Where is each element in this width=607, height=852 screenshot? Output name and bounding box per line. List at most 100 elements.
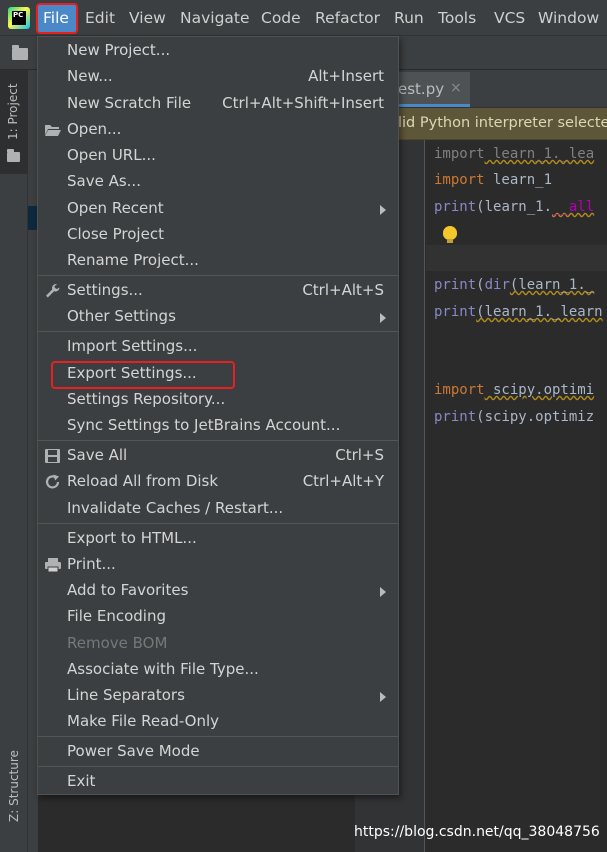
menu-item-label: Other Settings (67, 307, 176, 325)
code-line-6[interactable]: print(learn_1._learn (434, 304, 603, 320)
menu-item-reload-all[interactable]: Reload All from Disk Ctrl+Alt+Y (38, 469, 398, 495)
menu-item-new[interactable]: New... Alt+Insert (38, 64, 398, 90)
floppy-disk-icon (45, 449, 60, 463)
project-folder-icon (7, 149, 20, 162)
menu-item-open[interactable]: Open... (38, 117, 398, 143)
menu-item-power-save-mode[interactable]: Power Save Mode (38, 739, 398, 765)
menu-item-settings[interactable]: Settings... Ctrl+Alt+S (38, 278, 398, 304)
code-line-3[interactable]: print(learn_1.__all (434, 199, 594, 215)
menu-item-make-read-only[interactable]: Make File Read-Only (38, 709, 398, 735)
menu-code[interactable]: Code (261, 9, 301, 28)
menu-window[interactable]: Window (538, 9, 599, 28)
menu-item-label: Open URL... (67, 146, 156, 164)
code-token: (scipy.optimiz (476, 409, 595, 425)
menu-item-rename-project[interactable]: Rename Project... (38, 248, 398, 274)
menu-item-label: Open Recent (67, 199, 164, 217)
menu-item-line-separators[interactable]: Line Separators (38, 683, 398, 709)
menu-item-label: Line Separators (67, 686, 185, 704)
code-token: import (434, 382, 485, 398)
menu-item-label: Save As... (67, 172, 141, 190)
menu-item-label: Close Project (67, 225, 164, 243)
code-line-1[interactable]: import learn_1._lea (434, 146, 594, 162)
menu-item-label: Add to Favorites (67, 581, 189, 599)
menu-view[interactable]: View (129, 9, 166, 28)
menu-item-new-project[interactable]: New Project... (38, 38, 398, 64)
code-token: import (434, 172, 485, 188)
menu-item-import-settings[interactable]: Import Settings... (38, 334, 398, 360)
menu-item-shortcut: Ctrl+S (335, 446, 384, 464)
menu-item-invalidate-caches[interactable]: Invalidate Caches / Restart... (38, 496, 398, 522)
code-token: (learn_1._ (509, 277, 595, 293)
structure-tab-label[interactable]: Z: Structure (7, 750, 21, 822)
logo-text: PC (12, 11, 26, 25)
code-token: learn_1._lea (484, 146, 595, 162)
file-menu-dropdown: New Project... New... Alt+Insert New Scra… (37, 36, 399, 795)
menu-item-save-as[interactable]: Save As... (38, 169, 398, 195)
menu-item-save-all[interactable]: Save All Ctrl+S (38, 443, 398, 469)
menu-item-new-scratch-file[interactable]: New Scratch File Ctrl+Alt+Shift+Insert (38, 91, 398, 117)
menu-item-sync-settings[interactable]: Sync Settings to JetBrains Account... (38, 413, 398, 439)
menu-item-label: Import Settings... (67, 337, 198, 355)
code-line-9[interactable]: import scipy.optimi (434, 382, 594, 398)
menu-file[interactable]: File (36, 3, 78, 34)
close-icon[interactable]: × (450, 80, 462, 96)
menu-item-open-url[interactable]: Open URL... (38, 143, 398, 169)
submenu-arrow-icon (380, 692, 386, 702)
left-tool-strip: 1: Project Z: Structure (0, 70, 28, 852)
menu-item-add-to-favorites[interactable]: Add to Favorites (38, 578, 398, 604)
menu-item-label: Exit (67, 772, 96, 790)
printer-icon (45, 558, 61, 573)
lightbulb-icon[interactable] (443, 226, 457, 243)
menu-item-other-settings[interactable]: Other Settings (38, 304, 398, 330)
menu-item-open-recent[interactable]: Open Recent (38, 196, 398, 222)
menu-item-associate-file-type[interactable]: Associate with File Type... (38, 657, 398, 683)
menu-item-shortcut: Ctrl+Alt+S (302, 281, 384, 299)
menu-item-label: Power Save Mode (67, 742, 200, 760)
editor-tab-label: est.py (398, 80, 445, 98)
editor-tab-test-py[interactable]: est.py × (398, 72, 470, 107)
code-line-2[interactable]: import learn_1 (434, 172, 552, 188)
menu-item-label: New... (67, 67, 113, 85)
submenu-arrow-icon (380, 313, 386, 323)
menu-item-label: Rename Project... (67, 251, 199, 269)
menu-item-close-project[interactable]: Close Project (38, 222, 398, 248)
code-line-10[interactable]: print(scipy.optimiz (434, 409, 594, 425)
menu-item-label: Settings Repository... (67, 390, 226, 408)
menu-item-file-encoding[interactable]: File Encoding (38, 604, 398, 630)
menu-item-print[interactable]: Print... (38, 552, 398, 578)
current-line-highlight (426, 245, 607, 271)
menu-item-label: Open... (67, 120, 122, 138)
menu-separator (38, 331, 398, 332)
code-token: dir (484, 277, 510, 293)
menu-separator (38, 275, 398, 276)
code-token: scipy.optimi (484, 382, 595, 398)
menu-item-exit[interactable]: Exit (38, 769, 398, 795)
submenu-arrow-icon (380, 205, 386, 215)
menu-separator (38, 736, 398, 737)
menu-vcs[interactable]: VCS (494, 9, 525, 28)
menu-item-shortcut: Ctrl+Alt+Y (302, 472, 384, 490)
code-line-5[interactable]: print(dir(learn_1._ (434, 277, 594, 293)
menu-item-label: Sync Settings to JetBrains Account... (67, 416, 341, 434)
wrench-icon (46, 284, 60, 298)
menu-item-shortcut: Alt+Insert (308, 67, 384, 85)
project-tool-tab[interactable]: 1: Project (0, 70, 28, 174)
menu-item-shortcut: Ctrl+Alt+Shift+Insert (222, 94, 384, 112)
code-token: print (434, 304, 477, 320)
menu-item-label: New Scratch File (67, 94, 192, 112)
menu-item-label: Save All (67, 446, 128, 464)
menu-separator (38, 440, 398, 441)
menu-item-settings-repository[interactable]: Settings Repository... (38, 387, 398, 413)
reload-icon (45, 474, 60, 489)
pycharm-logo-icon: PC (8, 7, 30, 29)
code-token: print (434, 199, 477, 215)
menu-run[interactable]: Run (394, 9, 424, 28)
code-token: __all (552, 199, 595, 215)
menu-edit[interactable]: Edit (85, 9, 115, 28)
folder-icon[interactable] (12, 45, 28, 60)
menu-refactor[interactable]: Refactor (315, 9, 380, 28)
menu-navigate[interactable]: Navigate (180, 9, 250, 28)
menu-separator (38, 766, 398, 767)
menu-tools[interactable]: Tools (438, 9, 476, 28)
menu-item-export-html[interactable]: Export to HTML... (38, 526, 398, 552)
